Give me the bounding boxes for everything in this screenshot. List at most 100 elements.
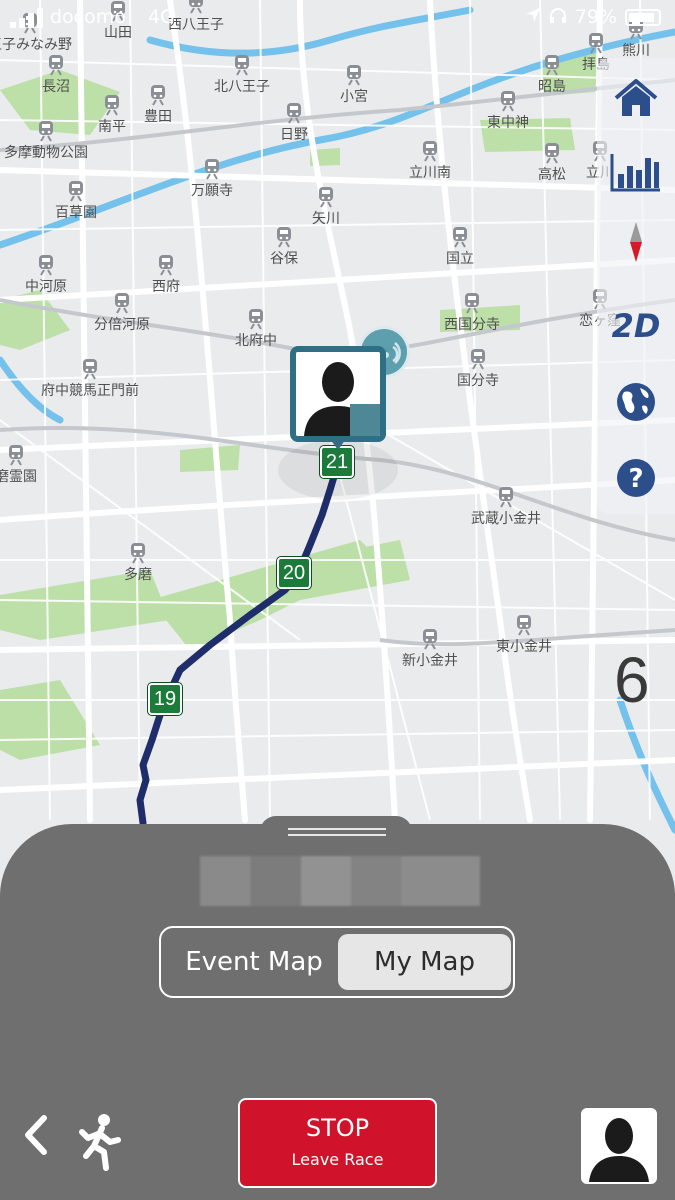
station-marker: 立川南 — [400, 140, 460, 181]
train-icon — [9, 445, 23, 466]
leave-race-label: Leave Race — [291, 1150, 384, 1169]
station-label: 南平 — [98, 119, 126, 135]
station-marker: 府中競馬正門前 — [41, 358, 139, 399]
train-icon — [105, 95, 119, 116]
profile-avatar[interactable] — [581, 1108, 657, 1184]
train-icon — [545, 143, 559, 164]
station-label: 東中神 — [487, 115, 529, 131]
runner-marker[interactable] — [290, 346, 386, 450]
carrier-label: docomo — [50, 6, 126, 28]
station-label: 磨霊園 — [0, 469, 37, 485]
train-icon — [499, 487, 513, 508]
train-icon — [115, 293, 129, 314]
home-icon[interactable] — [597, 68, 675, 128]
station-marker: 百草園 — [46, 180, 106, 221]
station-label: 小宮 — [340, 89, 368, 105]
train-icon — [453, 227, 467, 248]
bar-chart-icon[interactable] — [597, 142, 675, 202]
station-label: 日野 — [280, 127, 308, 143]
train-icon — [423, 141, 437, 162]
train-icon — [39, 255, 53, 276]
train-icon — [287, 103, 301, 124]
battery-icon — [625, 8, 661, 26]
globe-icon[interactable] — [597, 372, 675, 432]
station-marker: 東中神 — [478, 90, 538, 131]
train-icon — [159, 255, 173, 276]
back-chevron-icon[interactable] — [18, 1110, 52, 1160]
train-icon — [423, 629, 437, 650]
station-label: 王子みなみ野 — [0, 37, 72, 53]
train-icon — [545, 55, 559, 76]
map-mode-segmented-control: Event Map My Map — [159, 926, 515, 998]
station-marker: 東小金井 — [494, 614, 554, 655]
station-label: 新小金井 — [402, 653, 458, 669]
train-icon — [517, 615, 531, 636]
stop-leave-race-button[interactable]: STOP Leave Race — [238, 1098, 437, 1188]
station-marker: 北八王子 — [212, 54, 272, 95]
countdown-number: 6 — [614, 644, 650, 716]
station-marker: 万願寺 — [182, 158, 242, 199]
view-mode-toggle[interactable]: 2D — [597, 296, 675, 356]
train-icon — [347, 65, 361, 86]
station-label: 北府中 — [235, 333, 277, 349]
station-label: 国分寺 — [457, 373, 499, 389]
station-marker: 新小金井 — [400, 628, 460, 669]
station-label: 長沼 — [42, 79, 70, 95]
station-marker: 北府中 — [226, 308, 286, 349]
location-arrow-icon — [525, 6, 541, 28]
svg-text:?: ? — [628, 464, 643, 494]
station-label: 東小金井 — [496, 639, 552, 655]
station-marker: 矢川 — [296, 186, 356, 227]
station-marker: 多摩動物公園 — [4, 120, 88, 161]
headphones-icon — [549, 6, 567, 28]
station-marker: 西府 — [136, 254, 196, 295]
km-marker-19: 19 — [148, 683, 182, 715]
status-bar: docomo 4G 79% — [0, 0, 675, 36]
panel-drag-handle[interactable] — [260, 816, 412, 856]
help-icon[interactable]: ? — [597, 448, 675, 508]
tab-my-map[interactable]: My Map — [338, 934, 511, 990]
battery-percentage: 79% — [574, 6, 617, 28]
km-marker-21: 21 — [320, 446, 354, 478]
station-label: 分倍河原 — [94, 317, 150, 333]
station-marker: 中河原 — [16, 254, 76, 295]
station-label: 高松 — [538, 167, 566, 183]
station-marker: 谷保 — [254, 226, 314, 267]
station-label: 府中競馬正門前 — [41, 383, 139, 399]
station-label: 豊田 — [144, 109, 172, 125]
station-label: 武蔵小金井 — [471, 511, 541, 527]
station-marker: 多磨 — [108, 542, 168, 583]
station-marker: 国立 — [430, 226, 490, 267]
station-marker: 豊田 — [128, 84, 188, 125]
tab-event-map[interactable]: Event Map — [169, 934, 339, 990]
station-marker: 長沼 — [26, 54, 86, 95]
station-label: 熊川 — [622, 43, 650, 59]
compass-icon[interactable] — [597, 212, 675, 272]
station-label: 多摩動物公園 — [4, 145, 88, 161]
station-label: 西府 — [152, 279, 180, 295]
station-marker: 西国分寺 — [442, 292, 502, 333]
map-toolbar: 2D ? — [597, 58, 675, 514]
station-label: 万願寺 — [191, 183, 233, 199]
train-icon — [277, 227, 291, 248]
train-icon — [49, 55, 63, 76]
km-marker-20: 20 — [277, 557, 311, 589]
station-label: 立川南 — [409, 165, 451, 181]
network-label: 4G — [148, 6, 175, 28]
train-icon — [205, 159, 219, 180]
signal-strength-icon — [10, 8, 44, 33]
station-label: 多磨 — [124, 567, 152, 583]
stop-label: STOP — [305, 1114, 370, 1142]
station-label: 昭島 — [538, 79, 566, 95]
train-icon — [249, 309, 263, 330]
train-icon — [83, 359, 97, 380]
walking-person-icon[interactable] — [74, 1112, 124, 1172]
station-marker: 小宮 — [324, 64, 384, 105]
runner-avatar — [290, 346, 386, 442]
station-label: 谷保 — [270, 251, 298, 267]
station-label: 北八王子 — [214, 79, 270, 95]
station-marker: 国分寺 — [448, 348, 508, 389]
station-marker: 武蔵小金井 — [471, 486, 541, 527]
train-icon — [235, 55, 249, 76]
station-label: 国立 — [446, 251, 474, 267]
